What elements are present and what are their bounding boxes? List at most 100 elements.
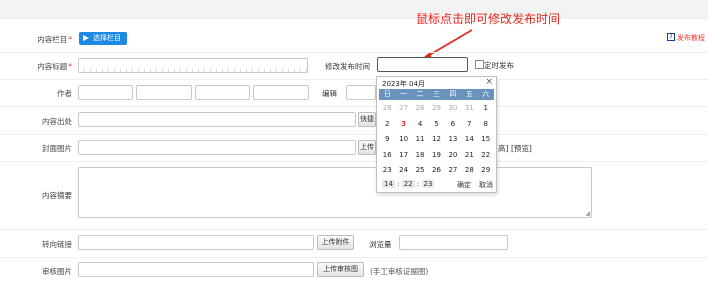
row-author: 作者 编辑 xyxy=(0,79,708,107)
calendar-week: 16 17 18 19 20 21 22 xyxy=(379,148,494,164)
calendar-day[interactable]: 29 xyxy=(428,101,444,117)
publish-time-label: 修改发布时间 xyxy=(325,62,370,71)
row-redirect: 转向链接 上传附件 浏览量 xyxy=(0,229,708,258)
publish-time-input[interactable] xyxy=(377,57,468,72)
review-image-label: 审核图片 xyxy=(42,267,72,276)
author-input-3[interactable] xyxy=(195,85,250,100)
scheduled-label: 定时发布 xyxy=(484,61,514,70)
resize-handle-icon[interactable]: ◢ xyxy=(585,210,590,217)
time-separator: : xyxy=(416,180,420,188)
date-picker-footer: 14 : 22 : 23 确定 取消 xyxy=(379,178,494,190)
title-input[interactable] xyxy=(78,58,308,73)
cover-size-text: 高] xyxy=(498,144,509,153)
calendar-day[interactable]: 27 xyxy=(395,101,411,117)
views-label: 浏览量 xyxy=(369,240,392,249)
send-icon xyxy=(83,35,89,41)
column-label: 内容栏目* xyxy=(37,35,72,44)
calendar-day[interactable]: 4 xyxy=(412,117,428,133)
calendar-week: 23 24 25 26 27 28 29 xyxy=(379,163,494,179)
minute-input[interactable]: 22 xyxy=(401,180,415,188)
source-label: 内容出处 xyxy=(42,117,72,126)
calendar-week: 9 10 11 12 13 14 15 xyxy=(379,132,494,148)
calendar-week: 2345678 xyxy=(379,117,494,133)
calendar-day[interactable]: 18 xyxy=(412,148,428,164)
month-select[interactable]: 04月 xyxy=(409,79,425,89)
select-column-button[interactable]: 选择栏目 xyxy=(79,32,127,45)
weekday-label: 六 xyxy=(482,90,490,98)
calendar-day[interactable]: 19 xyxy=(428,148,444,164)
calendar-day[interactable]: 23 xyxy=(379,163,395,179)
calendar-day[interactable]: 1 xyxy=(478,101,494,117)
row-review-image: 审核图片 上传审核图 (手工审核证据图) xyxy=(0,257,708,284)
calendar-day[interactable]: 8 xyxy=(478,117,494,133)
annotation-text: 鼠标点击即可修改发布时间 xyxy=(416,12,561,26)
weekday-label: 二 xyxy=(416,90,424,98)
second-input[interactable]: 23 xyxy=(421,180,435,188)
confirm-button[interactable]: 确定 xyxy=(457,180,471,190)
calendar-day[interactable]: 9 xyxy=(379,132,395,148)
calendar-day[interactable]: 5 xyxy=(428,117,444,133)
editor-label: 编辑 xyxy=(322,89,337,98)
weekday-header: 日 一二三 四五 六 xyxy=(379,89,494,100)
calendar-day[interactable]: 14 xyxy=(461,132,477,148)
calendar-day[interactable]: 16 xyxy=(379,148,395,164)
calendar-day[interactable]: 22 xyxy=(478,148,494,164)
upload-attachment-button[interactable]: 上传附件 xyxy=(317,235,354,250)
calendar-day[interactable]: 28 xyxy=(412,101,428,117)
date-picker: 2023年 04月 × 日一二三四五六 26 27 28 29 30 31 1 2 3 4 5 6 7 8… xyxy=(376,76,497,193)
calendar-day[interactable]: 31 xyxy=(461,101,477,117)
calendar-day[interactable]: 26 xyxy=(379,101,395,117)
hour-input[interactable]: 14 xyxy=(382,180,395,188)
source-input[interactable] xyxy=(78,112,356,127)
redirect-label: 转向链接 xyxy=(42,240,72,249)
calendar-day[interactable]: 2 xyxy=(379,117,395,133)
cover-preview-link[interactable]: [预览] xyxy=(511,143,532,154)
cover-input[interactable] xyxy=(78,140,356,155)
editor-input[interactable] xyxy=(346,85,376,100)
upload-cover-button[interactable]: 上传 xyxy=(358,140,376,155)
calendar-day[interactable]: 26 xyxy=(428,163,444,179)
author-input-4[interactable] xyxy=(253,85,309,100)
calendar-day[interactable]: 20 xyxy=(445,148,461,164)
date-picker-header: 2023年 04月 × xyxy=(377,77,496,89)
views-input[interactable] xyxy=(399,235,508,250)
author-input-2[interactable] xyxy=(136,85,192,100)
author-input-1[interactable] xyxy=(78,85,133,100)
calendar-day[interactable]: 10 xyxy=(395,132,411,148)
calendar-week: 26 27 28 29 30 31 1 xyxy=(379,101,494,117)
calendar-day[interactable]: 7 xyxy=(461,117,477,133)
calendar-day[interactable]: 15 xyxy=(478,132,494,148)
weekday-label: 一 xyxy=(400,90,408,98)
calendar-day[interactable]: 24 xyxy=(395,163,411,179)
calendar-day[interactable]: 30 xyxy=(445,101,461,117)
top-bar xyxy=(0,0,708,19)
calendar-day[interactable]: 29 xyxy=(478,163,494,179)
weekday-label: 四 xyxy=(449,90,457,98)
row-source: 内容出处 快捷 xyxy=(0,106,708,135)
close-icon[interactable]: × xyxy=(485,77,493,87)
scheduled-checkbox[interactable] xyxy=(475,60,484,69)
cancel-button[interactable]: 取消 xyxy=(479,180,493,190)
calendar-day[interactable]: 11 xyxy=(412,132,428,148)
author-label: 作者 xyxy=(57,89,72,98)
upload-review-image-button[interactable]: 上传审核图 xyxy=(317,262,364,277)
calendar-day[interactable]: 21 xyxy=(461,148,477,164)
summary-textarea[interactable]: ◢ xyxy=(78,167,592,218)
calendar-day[interactable]: 3 xyxy=(395,117,411,133)
calendar-day[interactable]: 17 xyxy=(395,148,411,164)
row-summary: 内容摘要 ◢ xyxy=(0,161,708,230)
review-image-input[interactable] xyxy=(78,262,314,277)
calendar-day[interactable]: 13 xyxy=(445,132,461,148)
quick-source-button[interactable]: 快捷 xyxy=(358,112,376,127)
year-select[interactable]: 2023年 xyxy=(382,79,407,89)
calendar-day[interactable]: 6 xyxy=(445,117,461,133)
calendar-day[interactable]: 12 xyxy=(428,132,444,148)
time-separator: : xyxy=(397,180,400,188)
row-column: 内容栏目* 选择栏目 xyxy=(0,26,708,53)
calendar-day[interactable]: 25 xyxy=(412,163,428,179)
cover-label: 封面图片 xyxy=(42,144,72,153)
weekday-label: 三 xyxy=(432,90,440,98)
calendar-day[interactable]: 27 xyxy=(445,163,461,179)
calendar-day[interactable]: 28 xyxy=(461,163,477,179)
redirect-input[interactable] xyxy=(78,235,314,250)
